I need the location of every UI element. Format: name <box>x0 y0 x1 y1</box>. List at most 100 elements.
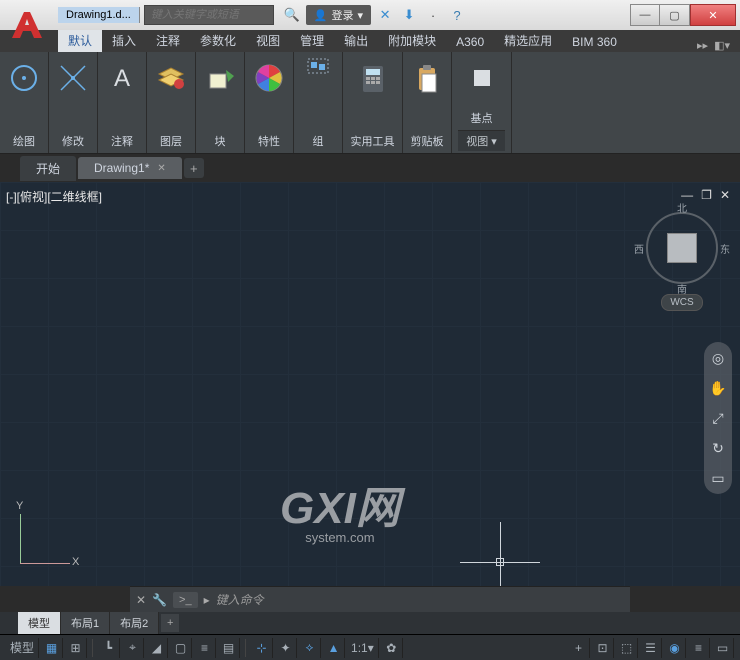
tab-parametric[interactable]: 参数化 <box>190 29 246 52</box>
doc-tab-start[interactable]: 开始 <box>20 156 76 181</box>
tab-layout1[interactable]: 布局1 <box>61 612 110 634</box>
text-icon[interactable]: A <box>104 60 140 96</box>
title-bar: Drawing1.d... 🔍 👤 登录 ▾ ✕ ⬇ · ? — ▢ ✕ <box>0 0 740 30</box>
add-tab-button[interactable]: + <box>184 158 204 178</box>
viewcube-face[interactable] <box>667 233 697 263</box>
panel-group[interactable]: 组 <box>294 52 343 153</box>
wcs-badge[interactable]: WCS <box>661 294 702 311</box>
minimize-button[interactable]: — <box>630 4 660 26</box>
binoculars-icon[interactable]: 🔍 <box>282 5 302 25</box>
annotation-scale[interactable]: 1:1▾ <box>347 638 379 658</box>
compass-east[interactable]: 东 <box>720 241 730 256</box>
model-button[interactable]: 模型 <box>6 638 39 658</box>
compass-south[interactable]: 南 <box>677 281 687 296</box>
lock-ui-icon[interactable]: ☰ <box>640 638 662 658</box>
selection-cycling-icon[interactable]: ⊹ <box>251 638 273 658</box>
zoom-icon[interactable]: ⤢ <box>708 408 728 428</box>
layers-icon[interactable] <box>153 60 189 96</box>
command-line[interactable]: ✕ 🔧 >_ ▸ 键入命令 <box>130 586 630 612</box>
properties-icon[interactable] <box>251 60 287 96</box>
snap-mode-icon[interactable]: ⊞ <box>65 638 87 658</box>
osnap-icon[interactable]: ▢ <box>170 638 192 658</box>
panel-view[interactable]: 基点 视图 ▾ <box>452 52 512 153</box>
close-icon[interactable]: ✕ <box>157 163 165 174</box>
tab-view[interactable]: 视图 <box>246 29 290 52</box>
panel-group-label: 组 <box>313 133 324 151</box>
grid-icon[interactable]: ▦ <box>41 638 63 658</box>
panel-block[interactable]: 块 <box>196 52 245 153</box>
hardware-accel-icon[interactable]: ≡ <box>688 638 710 658</box>
app-logo[interactable] <box>2 2 50 50</box>
basepoint-icon[interactable] <box>464 60 500 96</box>
ribbon-overflow-icon[interactable]: ▸▸ <box>697 39 708 52</box>
quick-props-icon[interactable]: ⬚ <box>616 638 638 658</box>
title-doc-label[interactable]: Drawing1.d... <box>58 7 140 23</box>
units-icon[interactable]: ⊡ <box>592 638 614 658</box>
viewcube-compass[interactable]: 北 南 东 西 <box>646 212 718 284</box>
viewcube[interactable]: 北 南 东 西 WCS <box>642 212 722 312</box>
app-store-icon[interactable]: ⬇ <box>399 5 419 25</box>
lineweight-icon[interactable]: ≡ <box>194 638 216 658</box>
circle-icon[interactable] <box>6 60 42 96</box>
panel-view-footer[interactable]: 视图 ▾ <box>458 130 505 151</box>
calculator-icon[interactable] <box>355 60 391 96</box>
help-icon[interactable]: ? <box>447 5 467 25</box>
transparency-icon[interactable]: ▤ <box>218 638 240 658</box>
drawing-canvas[interactable]: [-][俯视][二维线框] — ❐ ✕ 北 南 东 西 WCS ◎ ✋ ⤢ ↻ … <box>0 182 740 586</box>
workspace-icon[interactable]: ✿ <box>381 638 403 658</box>
compass-north[interactable]: 北 <box>677 200 687 215</box>
3dosnap-icon[interactable]: ✦ <box>275 638 297 658</box>
restore-viewport-button[interactable]: ❐ <box>701 188 712 202</box>
tab-a360[interactable]: A360 <box>446 32 494 52</box>
panel-clipboard[interactable]: 剪贴板 <box>403 52 452 153</box>
tab-bim360[interactable]: BIM 360 <box>562 32 627 52</box>
close-icon[interactable]: ✕ <box>136 593 146 607</box>
customize-icon[interactable]: 🔧 <box>152 593 167 607</box>
search-input[interactable] <box>144 5 274 25</box>
selection-filter-icon[interactable]: ▲ <box>323 638 345 658</box>
modify-icon[interactable] <box>55 60 91 96</box>
block-icon[interactable] <box>202 60 238 96</box>
tab-manage[interactable]: 管理 <box>290 29 334 52</box>
exchange-icon[interactable]: ✕ <box>375 5 395 25</box>
pan-icon[interactable]: ✋ <box>708 378 728 398</box>
tab-output[interactable]: 输出 <box>334 29 378 52</box>
group-icon[interactable] <box>300 56 336 76</box>
command-input[interactable]: 键入命令 <box>216 591 624 608</box>
isodraft-icon[interactable]: ◢ <box>146 638 168 658</box>
panel-properties[interactable]: 特性 <box>245 52 294 153</box>
close-button[interactable]: ✕ <box>690 4 736 26</box>
maximize-button[interactable]: ▢ <box>660 4 690 26</box>
isolate-icon[interactable]: ◉ <box>664 638 686 658</box>
tab-insert[interactable]: 插入 <box>102 29 146 52</box>
ribbon-collapse-icon[interactable]: ◧▾ <box>714 39 730 52</box>
clean-screen-icon[interactable]: ▭ <box>712 638 734 658</box>
login-button[interactable]: 👤 登录 ▾ <box>306 5 371 25</box>
tab-default[interactable]: 默认 <box>58 29 102 52</box>
panel-draw[interactable]: 绘图 <box>0 52 49 153</box>
panel-modify[interactable]: 修改 <box>49 52 98 153</box>
panel-utilities[interactable]: 实用工具 <box>343 52 403 153</box>
add-layout-button[interactable]: + <box>161 614 179 632</box>
tab-annotate[interactable]: 注释 <box>146 29 190 52</box>
dynamic-ucs-icon[interactable]: ⟡ <box>299 638 321 658</box>
tab-layout2[interactable]: 布局2 <box>110 612 159 634</box>
panel-utilities-label: 实用工具 <box>351 133 395 151</box>
steering-wheel-icon[interactable]: ◎ <box>708 348 728 368</box>
polar-icon[interactable]: ⌖ <box>122 638 144 658</box>
panel-layers[interactable]: 图层 <box>147 52 196 153</box>
tab-addins[interactable]: 附加模块 <box>378 29 446 52</box>
doc-tab-drawing1[interactable]: Drawing1* ✕ <box>78 157 182 179</box>
viewport-label[interactable]: [-][俯视][二维线框] <box>6 188 102 205</box>
compass-west[interactable]: 西 <box>634 241 644 256</box>
panel-annotate[interactable]: A 注释 <box>98 52 147 153</box>
orbit-icon[interactable]: ↻ <box>708 438 728 458</box>
ortho-icon[interactable]: ┗ <box>98 638 120 658</box>
tab-featured[interactable]: 精选应用 <box>494 29 562 52</box>
annotation-monitor-icon[interactable]: + <box>568 638 590 658</box>
tab-model[interactable]: 模型 <box>18 612 61 634</box>
command-prompt-icon[interactable]: >_ <box>173 592 198 608</box>
showmotion-icon[interactable]: ▭ <box>708 468 728 488</box>
clipboard-icon[interactable] <box>409 60 445 96</box>
close-viewport-button[interactable]: ✕ <box>720 188 730 202</box>
